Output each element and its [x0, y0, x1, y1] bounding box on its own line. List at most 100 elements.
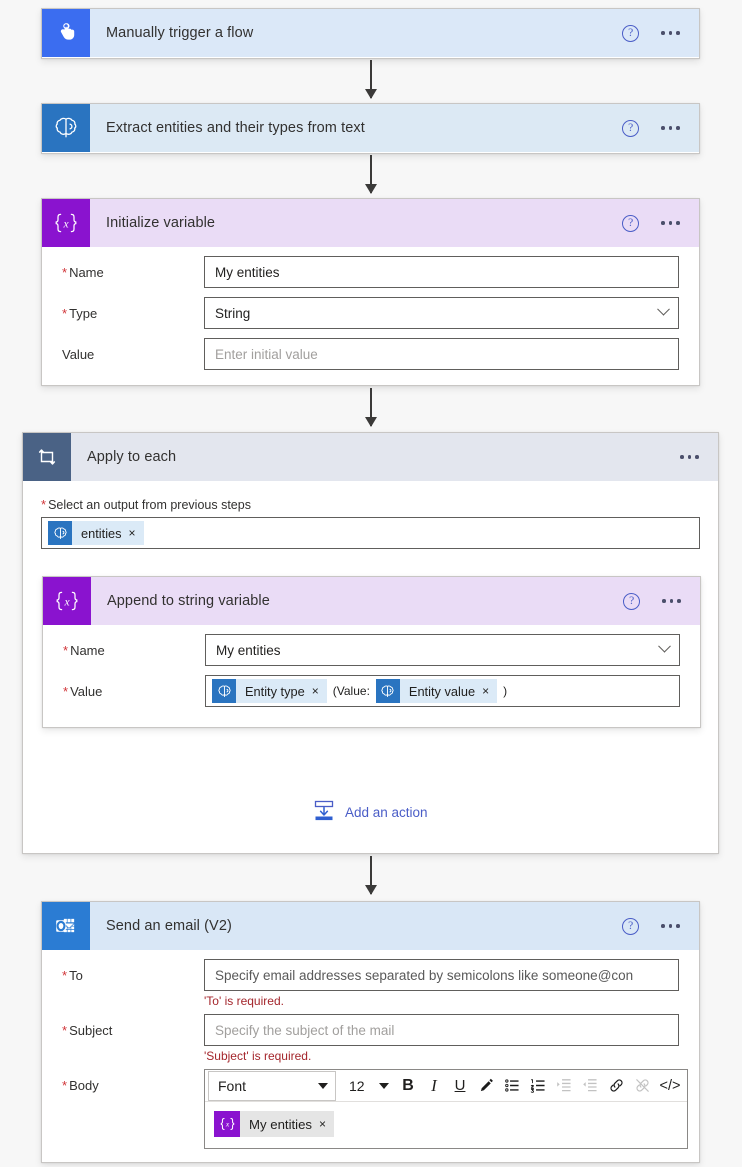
more-options-icon[interactable]	[661, 31, 680, 35]
font-family-select[interactable]: Font	[208, 1070, 336, 1101]
required-asterisk: *	[62, 306, 68, 321]
token-my-entities[interactable]: x My entities ×	[214, 1111, 335, 1137]
step-card-initialize-variable[interactable]: x Initialize variable ? * Name My entitie…	[41, 198, 700, 386]
underline-icon[interactable]: U	[447, 1071, 473, 1101]
numbered-list-icon[interactable]	[525, 1071, 551, 1101]
increase-indent-icon[interactable]	[551, 1071, 577, 1101]
step-header-trigger[interactable]: Manually trigger a flow ?	[42, 9, 699, 57]
ai-brain-icon	[375, 679, 400, 703]
error-message-subject: 'Subject' is required.	[204, 1049, 312, 1063]
token-entities[interactable]: entities ×	[48, 521, 144, 545]
token-remove-icon[interactable]: ×	[312, 684, 327, 698]
more-options-icon[interactable]	[662, 599, 681, 603]
help-icon[interactable]: ?	[622, 917, 640, 935]
required-asterisk: *	[62, 1023, 68, 1038]
variable-braces-icon: x	[42, 199, 90, 247]
required-asterisk: *	[62, 968, 68, 983]
insert-action-icon	[313, 799, 335, 826]
variable-type-value: String	[215, 305, 251, 321]
token-label: Entity value	[408, 683, 476, 699]
outlook-icon	[42, 902, 90, 950]
token-label: entities	[81, 525, 122, 541]
step-title-append: Append to string variable	[107, 593, 270, 609]
step-header-actions: ?	[622, 902, 699, 950]
help-icon[interactable]: ?	[622, 24, 640, 42]
font-size-select[interactable]: 12	[345, 1071, 391, 1101]
tap-hand-icon	[42, 9, 90, 57]
form-row-value: Value Enter initial value	[42, 329, 699, 370]
variable-type-select[interactable]: String	[204, 297, 679, 329]
step-card-append-to-string-variable[interactable]: x Append to string variable ? * Name My e…	[42, 576, 701, 728]
form-row-append-value: * Value Entity type × (Value: Entity val…	[43, 666, 700, 707]
step-header-actions	[680, 433, 718, 481]
variable-name-input[interactable]: My entities	[204, 256, 679, 288]
form-row-name: * Name My entities	[42, 247, 699, 288]
remove-link-icon[interactable]	[629, 1071, 655, 1101]
step-card-apply-to-each[interactable]: Apply to each * Select an output from pre…	[22, 432, 719, 854]
decrease-indent-icon[interactable]	[577, 1071, 603, 1101]
connector-arrow-3	[364, 388, 377, 427]
field-label-name: * Name	[62, 265, 104, 280]
select-output-input[interactable]: entities ×	[41, 517, 700, 549]
required-asterisk: *	[41, 497, 47, 512]
connector-arrow-4	[364, 856, 377, 895]
append-value-input[interactable]: Entity type × (Value: Entity value ×)	[205, 675, 680, 707]
form-row-append-name: * Name My entities	[43, 625, 700, 666]
required-asterisk: *	[63, 643, 69, 658]
token-entity-type[interactable]: Entity type ×	[212, 679, 327, 703]
token-remove-icon[interactable]: ×	[319, 1117, 334, 1131]
step-card-send-an-email[interactable]: Send an email (V2) ? * To Specify email a…	[41, 901, 700, 1163]
step-title-trigger: Manually trigger a flow	[106, 25, 254, 41]
step-card-trigger[interactable]: Manually trigger a flow ?	[41, 8, 700, 59]
step-header-apply-to-each[interactable]: Apply to each	[23, 433, 718, 481]
help-icon[interactable]: ?	[622, 214, 640, 232]
step-header-send-an-email[interactable]: Send an email (V2) ?	[42, 902, 699, 950]
help-icon[interactable]: ?	[623, 592, 641, 610]
email-body-content[interactable]: x My entities ×	[205, 1102, 687, 1148]
step-header-initialize-variable[interactable]: x Initialize variable ?	[42, 199, 699, 247]
more-options-icon[interactable]	[661, 221, 680, 225]
italic-icon[interactable]: I	[421, 1071, 447, 1101]
chevron-down-icon	[318, 1082, 328, 1089]
email-body-rich-text-editor[interactable]: Font 12 B I U </> x My entities ×	[204, 1069, 688, 1149]
add-an-action-button[interactable]: Add an action	[313, 799, 428, 826]
bulleted-list-icon[interactable]	[499, 1071, 525, 1101]
variable-braces-icon: x	[43, 577, 91, 625]
token-entity-value[interactable]: Entity value ×	[375, 679, 498, 703]
text-highlight-pen-icon[interactable]	[473, 1071, 499, 1101]
help-icon[interactable]: ?	[622, 119, 640, 137]
required-asterisk: *	[62, 1078, 68, 1093]
loop-icon	[23, 433, 71, 481]
form-row-to: * To Specify email addresses separated by…	[42, 950, 699, 991]
field-label-name: * Name	[63, 643, 105, 658]
more-options-icon[interactable]	[661, 126, 680, 130]
step-body-append: * Name My entities * Value Entity type ×…	[43, 625, 700, 721]
code-view-icon[interactable]: </>	[655, 1071, 685, 1101]
append-name-select[interactable]: My entities	[205, 634, 680, 666]
more-options-icon[interactable]	[680, 455, 699, 459]
required-asterisk: *	[62, 265, 68, 280]
add-an-action-label: Add an action	[345, 805, 428, 820]
more-options-icon[interactable]	[661, 924, 680, 928]
chevron-down-icon	[658, 639, 671, 653]
email-to-input[interactable]: Specify email addresses separated by sem…	[204, 959, 679, 991]
variable-braces-icon: x	[214, 1111, 240, 1137]
value-static-text-open: (Value:	[332, 684, 370, 698]
step-header-extract-entities[interactable]: Extract entities and their types from te…	[42, 104, 699, 152]
step-header-actions: ?	[622, 104, 699, 152]
step-header-append[interactable]: x Append to string variable ?	[43, 577, 700, 625]
form-row-subject: * Subject Specify the subject of the mail	[42, 1008, 699, 1046]
variable-initial-value-input[interactable]: Enter initial value	[204, 338, 679, 370]
insert-link-icon[interactable]	[603, 1071, 629, 1101]
apply-to-each-select-section: * Select an output from previous steps en…	[23, 481, 718, 549]
field-label-value: Value	[62, 347, 95, 362]
select-output-label: * Select an output from previous steps	[41, 497, 251, 512]
email-subject-input[interactable]: Specify the subject of the mail	[204, 1014, 679, 1046]
step-card-extract-entities[interactable]: Extract entities and their types from te…	[41, 103, 700, 154]
svg-text:x: x	[224, 1120, 229, 1129]
token-remove-icon[interactable]: ×	[129, 526, 144, 540]
step-header-actions: ?	[622, 199, 699, 247]
form-row-body: * Body Font 12 B I U </> x My entities ×	[42, 1063, 699, 1149]
bold-icon[interactable]: B	[395, 1071, 421, 1101]
token-remove-icon[interactable]: ×	[482, 684, 497, 698]
